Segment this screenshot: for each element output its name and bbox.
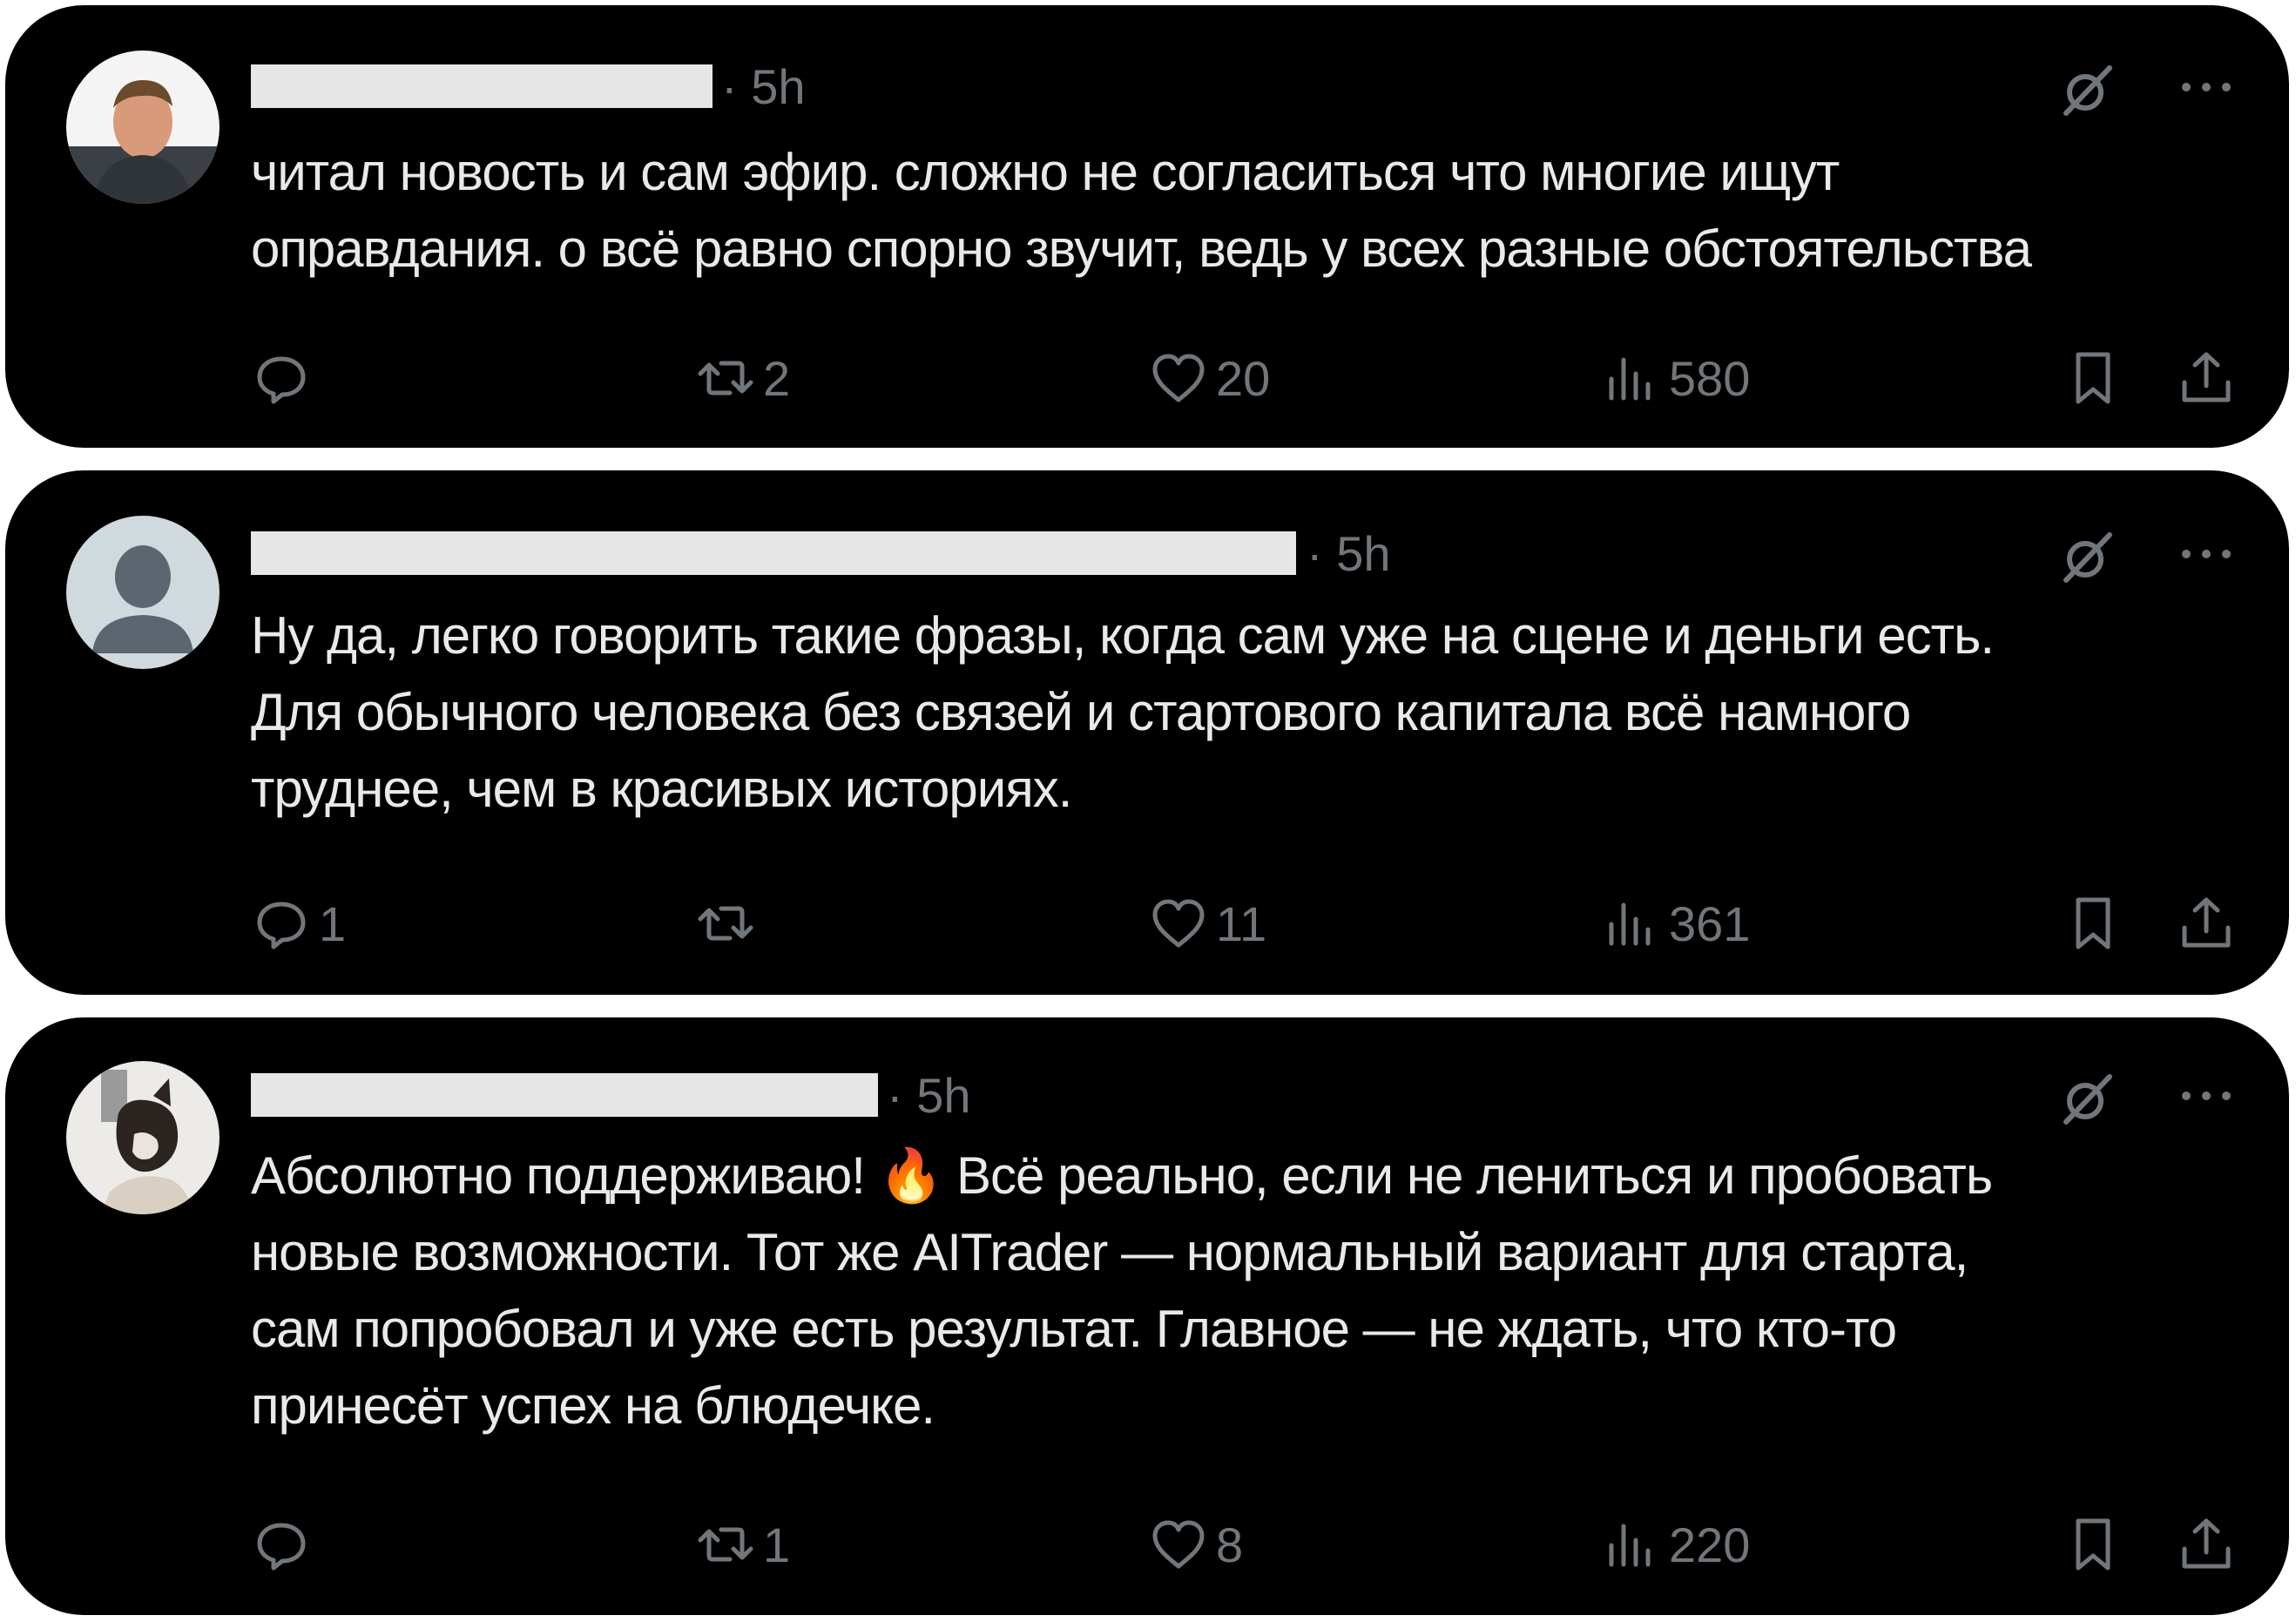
like-button[interactable]: 8 bbox=[1148, 1510, 1243, 1579]
like-button[interactable]: 20 bbox=[1148, 343, 1270, 413]
reply-button[interactable]: 1 bbox=[251, 889, 346, 958]
more-options-icon[interactable] bbox=[2176, 1077, 2237, 1115]
post-text: Абсолютно поддерживаю! 🔥 Всё реально, ес… bbox=[251, 1146, 1993, 1435]
bookmark-button[interactable] bbox=[2063, 1510, 2124, 1579]
redacted-username[interactable] bbox=[251, 531, 1296, 575]
share-button[interactable] bbox=[2176, 1510, 2237, 1579]
views-chart-icon bbox=[1609, 1524, 1651, 1567]
repost-button[interactable]: 2 bbox=[695, 343, 790, 413]
post-card[interactable]: · 5h читал новость и сам эфир. сложно не… bbox=[5, 5, 2289, 448]
like-count: 20 bbox=[1216, 350, 1271, 406]
post-actions: 1 11 361 bbox=[251, 889, 2237, 958]
post-timestamp[interactable]: · 5h bbox=[721, 61, 806, 113]
reply-icon bbox=[257, 902, 306, 950]
views-button[interactable]: 580 bbox=[1601, 343, 1750, 413]
heart-icon bbox=[1152, 899, 1205, 948]
post-timestamp[interactable]: · 5h bbox=[887, 1070, 971, 1122]
post-actions: 2 20 580 bbox=[251, 343, 2237, 413]
repost-button[interactable] bbox=[695, 889, 763, 958]
repost-button[interactable]: 1 bbox=[695, 1510, 790, 1579]
post-text: Ну да, легко говорить такие фразы, когда… bbox=[251, 606, 1995, 818]
more-options-icon[interactable] bbox=[2176, 68, 2237, 106]
reply-button[interactable] bbox=[251, 343, 319, 413]
grok-icon[interactable] bbox=[2059, 1073, 2115, 1125]
redacted-username[interactable] bbox=[251, 64, 712, 108]
views-count: 220 bbox=[1669, 1517, 1751, 1572]
post-card[interactable]: · 5h Абсолютно поддерживаю! 🔥 Всё реальн… bbox=[5, 1017, 2289, 1615]
like-button[interactable]: 11 bbox=[1148, 889, 1266, 958]
repost-count: 2 bbox=[763, 350, 791, 406]
default-profile-avatar-icon bbox=[66, 516, 219, 669]
post-text: читал новость и сам эфир. сложно не согл… bbox=[251, 143, 2032, 278]
views-count: 361 bbox=[1669, 895, 1751, 951]
share-icon bbox=[2182, 1518, 2231, 1569]
avatar[interactable] bbox=[66, 516, 219, 669]
share-button[interactable] bbox=[2176, 343, 2237, 413]
share-icon bbox=[2182, 897, 2231, 948]
heart-icon bbox=[1152, 1520, 1205, 1569]
grok-icon[interactable] bbox=[2059, 64, 2115, 117]
views-chart-icon bbox=[1609, 902, 1651, 946]
avatar[interactable] bbox=[66, 51, 219, 204]
bookmark-button[interactable] bbox=[2063, 889, 2124, 958]
repost-icon bbox=[698, 906, 753, 941]
share-button[interactable] bbox=[2176, 889, 2237, 958]
grok-icon[interactable] bbox=[2059, 531, 2115, 584]
share-icon bbox=[2182, 352, 2231, 402]
reply-button[interactable] bbox=[251, 1510, 319, 1579]
user-photo-avatar-icon bbox=[66, 51, 219, 204]
post-timestamp[interactable]: · 5h bbox=[1307, 528, 1391, 580]
post-header: · 5h bbox=[251, 528, 2237, 583]
like-count: 11 bbox=[1216, 895, 1267, 951]
like-count: 8 bbox=[1216, 1517, 1244, 1572]
bookmark-icon bbox=[2076, 897, 2110, 950]
reply-feed: · 5h читал новость и сам эфир. сложно не… bbox=[0, 0, 2296, 1622]
bookmark-button[interactable] bbox=[2063, 343, 2124, 413]
more-options-icon[interactable] bbox=[2176, 535, 2237, 573]
repost-icon bbox=[698, 361, 753, 395]
heart-icon bbox=[1152, 354, 1205, 402]
post-actions: 1 8 220 bbox=[251, 1510, 2237, 1579]
views-button[interactable]: 220 bbox=[1601, 1510, 1750, 1579]
dog-photo-avatar-icon bbox=[66, 1061, 219, 1214]
views-chart-icon bbox=[1609, 357, 1651, 401]
views-count: 580 bbox=[1669, 350, 1751, 406]
avatar[interactable] bbox=[66, 1061, 219, 1214]
redacted-username[interactable] bbox=[251, 1073, 878, 1117]
reply-icon bbox=[257, 356, 306, 404]
bookmark-icon bbox=[2076, 352, 2110, 404]
repost-count: 1 bbox=[763, 1517, 791, 1572]
views-button[interactable]: 361 bbox=[1601, 889, 1750, 958]
post-card[interactable]: · 5h Ну да, легко говорить такие фразы, … bbox=[5, 470, 2289, 995]
bookmark-icon bbox=[2076, 1518, 2110, 1571]
reply-count: 1 bbox=[319, 895, 347, 951]
post-header: · 5h bbox=[251, 61, 2237, 116]
repost-icon bbox=[698, 1527, 753, 1562]
post-header: · 5h bbox=[251, 1070, 2237, 1125]
reply-icon bbox=[257, 1523, 306, 1571]
